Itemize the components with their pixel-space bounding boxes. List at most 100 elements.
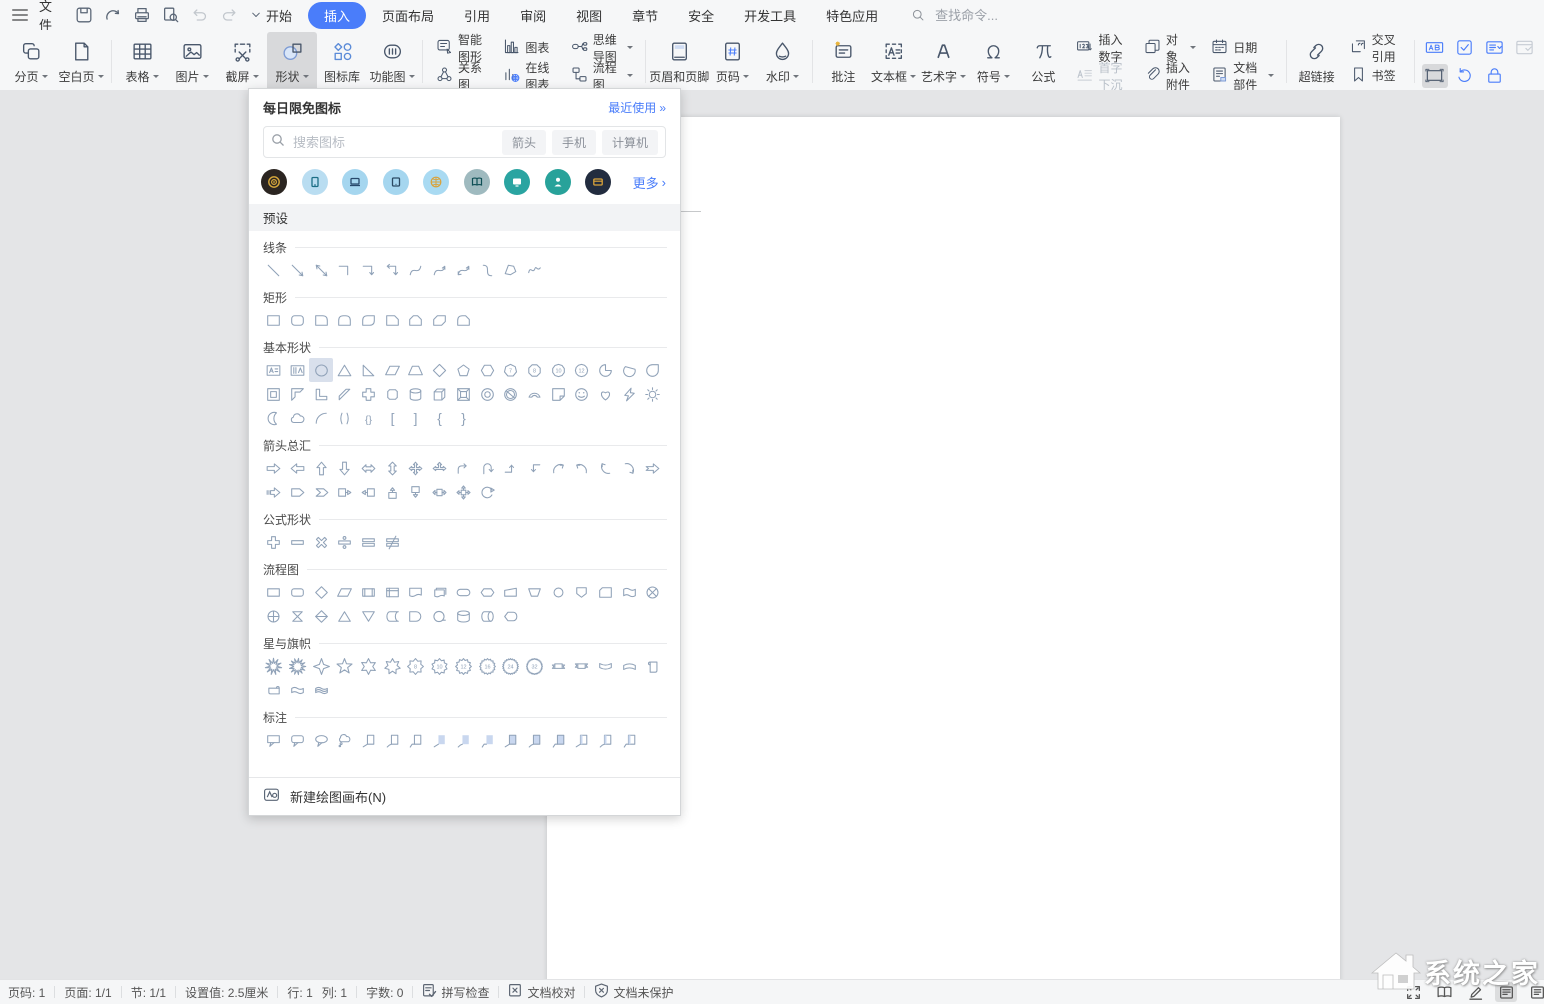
tab-section[interactable]: 章节 [618, 2, 672, 29]
shape-or[interactable] [262, 604, 286, 628]
object-button[interactable]: 对象 [1140, 35, 1199, 60]
shape-block-arc[interactable] [523, 382, 547, 406]
shape-star-12[interactable]: 12 [452, 654, 476, 678]
shape-line-callout-2-bar[interactable] [594, 728, 618, 752]
shape-snip-same-side[interactable] [404, 308, 428, 332]
search-tag-0[interactable]: 箭头 [502, 130, 546, 155]
shape-cylinder[interactable] [404, 382, 428, 406]
shape-line[interactable] [262, 258, 286, 282]
shape-round-one-corner[interactable] [309, 308, 333, 332]
shape-pentagon-arrow[interactable] [286, 480, 310, 504]
print-icon[interactable] [132, 5, 152, 25]
status-doc-protect[interactable]: 文档未保护 [594, 983, 673, 1001]
shape-cube[interactable] [428, 382, 452, 406]
shapes-button[interactable]: 形状 [267, 32, 317, 91]
shape-terminator[interactable] [452, 580, 476, 604]
shape-bevel[interactable] [452, 382, 476, 406]
comment-button[interactable]: 批注 [818, 32, 868, 91]
shape-curved-left[interactable] [570, 456, 594, 480]
shape-striped-right[interactable] [262, 480, 286, 504]
flow-chart-button[interactable]: 流程图 [567, 63, 636, 88]
shape-l-shape[interactable] [309, 382, 333, 406]
tab-view[interactable]: 视图 [562, 2, 616, 29]
watermark-button[interactable]: 水印 [757, 32, 807, 91]
shape-double-wave[interactable] [309, 678, 333, 702]
featured-icon-screen[interactable] [504, 169, 530, 195]
shape-star-5[interactable] [333, 654, 357, 678]
shape-alternate-process[interactable] [286, 580, 310, 604]
shape-elbow-double-arrow[interactable] [380, 258, 404, 282]
shape-curved-right[interactable] [546, 456, 570, 480]
shape-rounded-rect[interactable] [286, 308, 310, 332]
page-number-button[interactable]: 页码 [707, 32, 757, 91]
shape-collate[interactable] [286, 604, 310, 628]
shape-manual-input[interactable] [499, 580, 523, 604]
insert-number-button[interactable]: 插入数字 [1072, 35, 1131, 60]
shape-stored-data[interactable] [380, 604, 404, 628]
tab-page-layout[interactable]: 页面布局 [368, 2, 448, 29]
word-art-button[interactable]: 艺术字 [918, 32, 968, 91]
shape-oval[interactable] [309, 358, 333, 382]
shape-line-callout-2[interactable] [380, 728, 404, 752]
status-spell-check[interactable]: 拼写检查 [422, 983, 489, 1001]
shape-arrow-left-right[interactable] [357, 456, 381, 480]
shape-magnetic-disk[interactable] [452, 604, 476, 628]
shape-oval-callout[interactable] [309, 728, 333, 752]
shape-equal[interactable] [357, 530, 381, 554]
featured-icon-card[interactable] [585, 169, 611, 195]
shape-minus[interactable] [286, 530, 310, 554]
shape-trapezoid[interactable] [404, 358, 428, 382]
shape-process[interactable] [262, 580, 286, 604]
shape-dodecagon[interactable]: 12 [570, 358, 594, 382]
form-checkbox-button[interactable] [1452, 36, 1478, 60]
shape-notched-right[interactable] [641, 456, 665, 480]
shape-connector[interactable] [546, 580, 570, 604]
find-command-input[interactable] [933, 7, 1027, 24]
shape-punched-tape[interactable] [617, 580, 641, 604]
bookmark-button[interactable]: 书签 [1346, 63, 1405, 88]
shape-line-callout-2-accent[interactable] [452, 728, 476, 752]
shape-not-equal[interactable] [380, 530, 404, 554]
shape-data[interactable] [333, 580, 357, 604]
search-tag-1[interactable]: 手机 [552, 130, 596, 155]
table-button[interactable]: 表格 [117, 32, 167, 91]
shape-extract[interactable] [333, 604, 357, 628]
more-icons-link[interactable]: 更多› [633, 173, 666, 192]
shape-multiply[interactable] [309, 530, 333, 554]
shape-ribbon-up[interactable] [570, 654, 594, 678]
shape-display[interactable] [499, 604, 523, 628]
featured-icon-globe[interactable] [423, 169, 449, 195]
shape-explosion-1[interactable] [262, 654, 286, 678]
doc-parts-button[interactable]: 文档部件 [1207, 63, 1276, 88]
shape-down-arrow-callout[interactable] [404, 480, 428, 504]
shape-star-4[interactable] [309, 654, 333, 678]
shape-diagonal-stripe[interactable] [333, 382, 357, 406]
shape-decagon[interactable]: 10 [546, 358, 570, 382]
shape-arrow-left-up[interactable] [523, 456, 547, 480]
shape-arrow-u-turn[interactable] [475, 456, 499, 480]
icon-search-box[interactable]: 箭头手机计算机 [263, 126, 666, 158]
menu-icon[interactable] [10, 5, 30, 25]
shape-heptagon[interactable]: 7 [499, 358, 523, 382]
status-row-number[interactable]: 行: 1 [287, 984, 312, 1001]
shape-arrow-bent-up[interactable] [499, 456, 523, 480]
shape-scribble[interactable] [523, 258, 547, 282]
shape-pie[interactable] [594, 358, 618, 382]
shape-plus[interactable] [262, 530, 286, 554]
shape-pentagon[interactable] [452, 358, 476, 382]
icon-library-button[interactable]: 图标库 [317, 32, 367, 91]
shape-plaque[interactable] [380, 382, 404, 406]
status-setting-value[interactable]: 设置值: 2.5厘米 [185, 984, 268, 1001]
recently-used-link[interactable]: 最近使用» [608, 99, 666, 116]
shape-moon[interactable] [262, 406, 286, 430]
write-mode-button[interactable] [1464, 982, 1486, 1002]
shape-ribbon-down[interactable] [546, 654, 570, 678]
shape-right-triangle[interactable] [357, 358, 381, 382]
shape-heart[interactable] [594, 382, 618, 406]
screenshot-button[interactable]: 截屏 [217, 32, 267, 91]
shape-no-symbol[interactable] [499, 382, 523, 406]
shape-merge[interactable] [357, 604, 381, 628]
shape-line-callout-3-border[interactable] [546, 728, 570, 752]
text-box-button[interactable]: 文本框 [868, 32, 918, 91]
shape-frame[interactable] [262, 382, 286, 406]
